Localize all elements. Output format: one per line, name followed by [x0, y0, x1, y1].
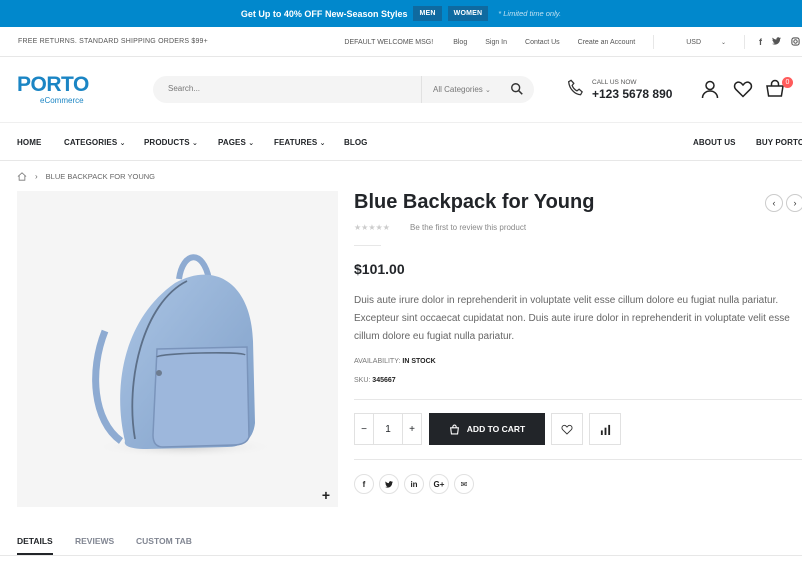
nav-buy-porto[interactable]: BUY PORTO: [756, 138, 802, 147]
add-to-cart-button[interactable]: ADD TO CART: [429, 413, 545, 445]
share-email-icon[interactable]: ✉: [454, 474, 474, 494]
phone-number: +123 5678 890: [592, 87, 673, 101]
tab-details[interactable]: DETAILS: [17, 536, 53, 555]
quantity-stepper: − 1 +: [354, 413, 422, 445]
divider: [653, 35, 655, 49]
currency-select[interactable]: USD ⌄: [668, 39, 726, 46]
product-tabs: DETAILS REVIEWS CUSTOM TAB: [0, 530, 802, 556]
porto-logo[interactable]: PORTO eCommerce: [17, 73, 89, 105]
chart-bars-icon: [600, 424, 610, 435]
phone-contact: CALL US NOW +123 5678 890: [565, 78, 672, 105]
divider: [354, 245, 381, 246]
search-bar: Search... All Categories ⌄: [153, 76, 534, 103]
phone-icon: [567, 79, 583, 96]
logo-text: PORTO: [17, 73, 89, 96]
shipping-notice: FREE RETURNS. STANDARD SHIPPING ORDERS $…: [18, 38, 208, 45]
logo-subtitle: eCommerce: [40, 96, 84, 105]
sku: SKU: 345667: [354, 377, 396, 384]
breadcrumb: › BLUE BACKPACK FOR YOUNG: [17, 172, 155, 181]
search-icon[interactable]: [510, 82, 524, 96]
add-to-compare-button[interactable]: [589, 413, 621, 445]
site-header: PORTO eCommerce Search... All Categories…: [0, 57, 802, 123]
welcome-message: DEFAULT WELCOME MSG!: [344, 38, 434, 46]
user-icon[interactable]: [700, 79, 720, 99]
main-nav: HOME CATEGORIES ⌄ PRODUCTS ⌄ PAGES ⌄ FEA…: [0, 123, 802, 161]
availability: AVAILABILITY: IN STOCK: [354, 358, 436, 365]
create-account-link[interactable]: Create an Account: [578, 39, 636, 46]
next-product-button[interactable]: ›: [786, 194, 802, 212]
breadcrumb-current: BLUE BACKPACK FOR YOUNG: [45, 172, 156, 181]
availability-value: IN STOCK: [402, 358, 436, 365]
divider: [354, 399, 802, 400]
facebook-icon[interactable]: f: [759, 37, 762, 47]
share-facebook-icon[interactable]: f: [354, 474, 374, 494]
chevron-right-icon: ›: [35, 172, 38, 181]
product-price: $101.00: [354, 261, 405, 277]
increase-qty-button[interactable]: +: [403, 414, 421, 444]
nav-features[interactable]: FEATURES ⌄: [274, 138, 326, 147]
backpack-image: [92, 254, 275, 458]
home-icon[interactable]: [17, 172, 27, 181]
divider: [354, 459, 802, 460]
divider: [744, 35, 745, 49]
twitter-icon[interactable]: [772, 37, 781, 47]
share-google-plus-icon[interactable]: G+: [429, 474, 449, 494]
product-image-gallery[interactable]: +: [17, 191, 338, 507]
review-link[interactable]: Be the first to review this product: [410, 223, 526, 232]
bag-icon: [449, 424, 459, 434]
blog-link[interactable]: Blog: [453, 39, 467, 46]
share-linkedin-icon[interactable]: in: [404, 474, 424, 494]
promo-note: * Limited time only.: [498, 9, 562, 18]
rating-stars: ★★★★★: [354, 223, 390, 232]
call-label: CALL US NOW: [592, 79, 637, 86]
zoom-plus-icon[interactable]: +: [322, 487, 330, 503]
promo-bar: Get Up to 40% OFF New-Season Styles MEN …: [0, 0, 802, 27]
add-to-wishlist-button[interactable]: [551, 413, 583, 445]
product-description: Duis aute irure dolor in reprehenderit i…: [354, 295, 790, 342]
wishlist-heart-icon[interactable]: [733, 79, 753, 99]
instagram-icon[interactable]: [791, 36, 800, 48]
share-twitter-icon[interactable]: [379, 474, 399, 494]
signin-link[interactable]: Sign In: [485, 39, 507, 46]
product-title: Blue Backpack for Young: [354, 191, 595, 213]
nav-products[interactable]: PRODUCTS ⌄: [144, 138, 198, 147]
cart-count-badge: 0: [782, 77, 793, 88]
nav-about[interactable]: ABOUT US: [693, 138, 736, 147]
prev-product-button[interactable]: ‹: [765, 194, 783, 212]
nav-blog[interactable]: BLOG: [344, 138, 368, 147]
top-bar: FREE RETURNS. STANDARD SHIPPING ORDERS $…: [0, 27, 802, 57]
quantity-input[interactable]: 1: [373, 414, 403, 444]
heart-icon: [561, 424, 573, 435]
promo-women-button[interactable]: WOMEN: [447, 6, 489, 21]
category-select[interactable]: All Categories ⌄: [421, 76, 503, 103]
nav-pages[interactable]: PAGES ⌄: [218, 138, 254, 147]
contact-link[interactable]: Contact Us: [525, 39, 560, 46]
nav-home[interactable]: HOME: [17, 138, 41, 147]
promo-text: Get Up to 40% OFF New-Season Styles: [240, 8, 408, 19]
sku-value: 345667: [372, 377, 396, 384]
promo-men-button[interactable]: MEN: [413, 6, 442, 21]
search-input[interactable]: Search...: [168, 84, 200, 93]
nav-categories[interactable]: CATEGORIES ⌄: [64, 138, 126, 147]
tab-custom[interactable]: CUSTOM TAB: [136, 536, 192, 546]
tab-reviews[interactable]: REVIEWS: [75, 536, 114, 546]
decrease-qty-button[interactable]: −: [355, 414, 373, 444]
